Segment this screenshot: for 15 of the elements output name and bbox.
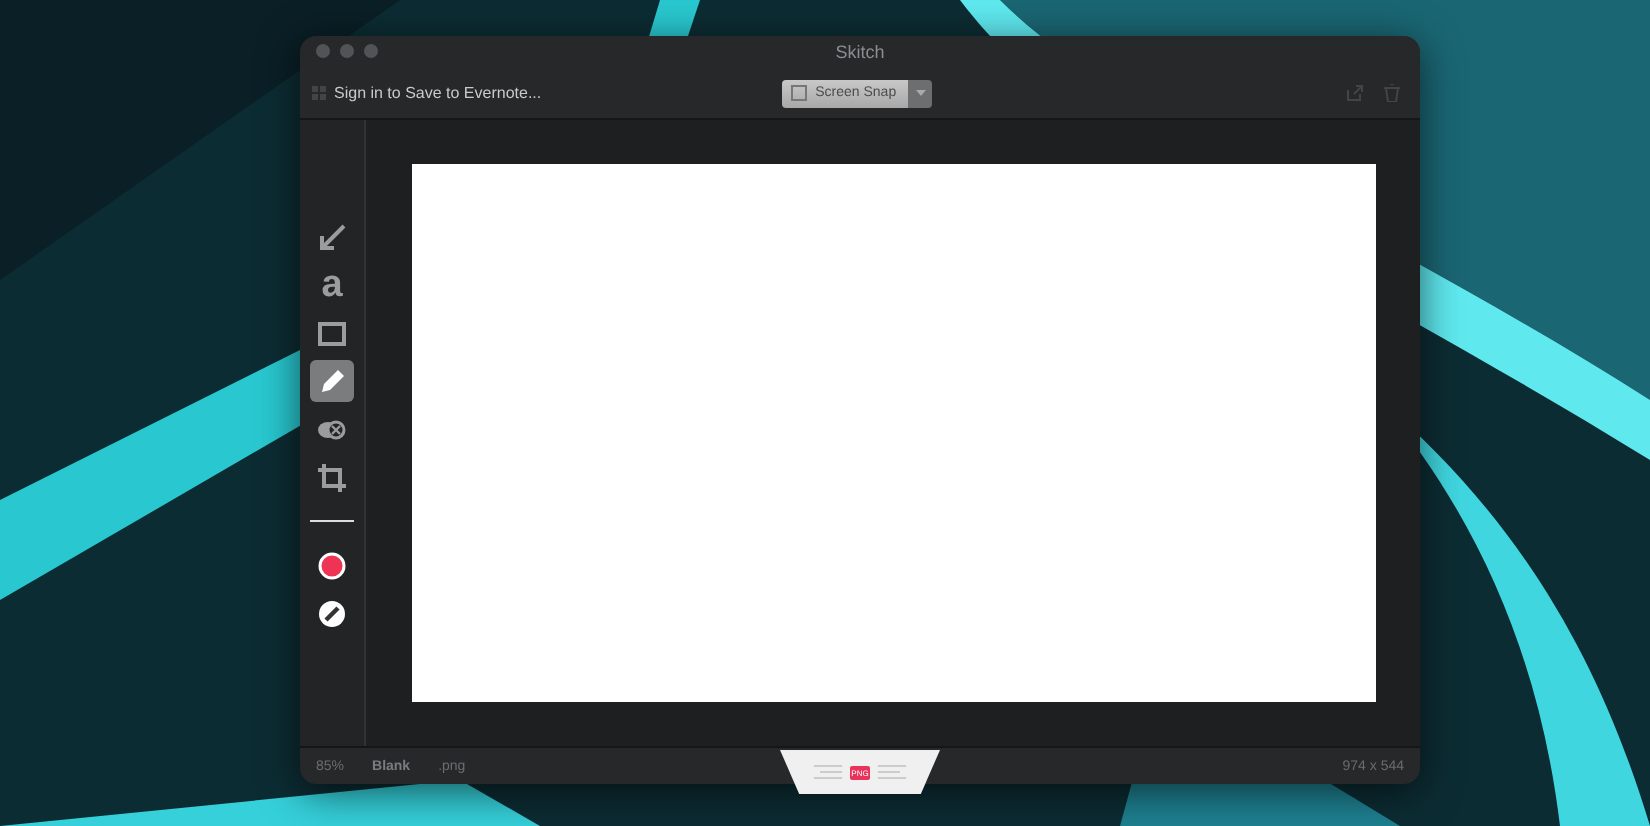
lines-icon: [813, 764, 842, 780]
rectangle-icon: [318, 321, 346, 346]
tool-button[interactable]: a: [310, 264, 354, 307]
grid-icon: [312, 86, 326, 101]
tool-button[interactable]: [310, 360, 354, 403]
blur-icon: [316, 417, 348, 442]
window-title: Skitch: [835, 41, 885, 62]
caret-icon: [915, 90, 926, 97]
stroke-icon: [318, 599, 346, 628]
pencil-icon: [318, 367, 346, 396]
dropdown-button[interactable]: [908, 79, 933, 108]
sign-in-link[interactable]: Sign in to Save to Evernote...: [334, 84, 542, 103]
lines-icon: [878, 764, 907, 780]
text-tool-label: a: [321, 266, 343, 305]
arrow-icon: [318, 223, 346, 252]
